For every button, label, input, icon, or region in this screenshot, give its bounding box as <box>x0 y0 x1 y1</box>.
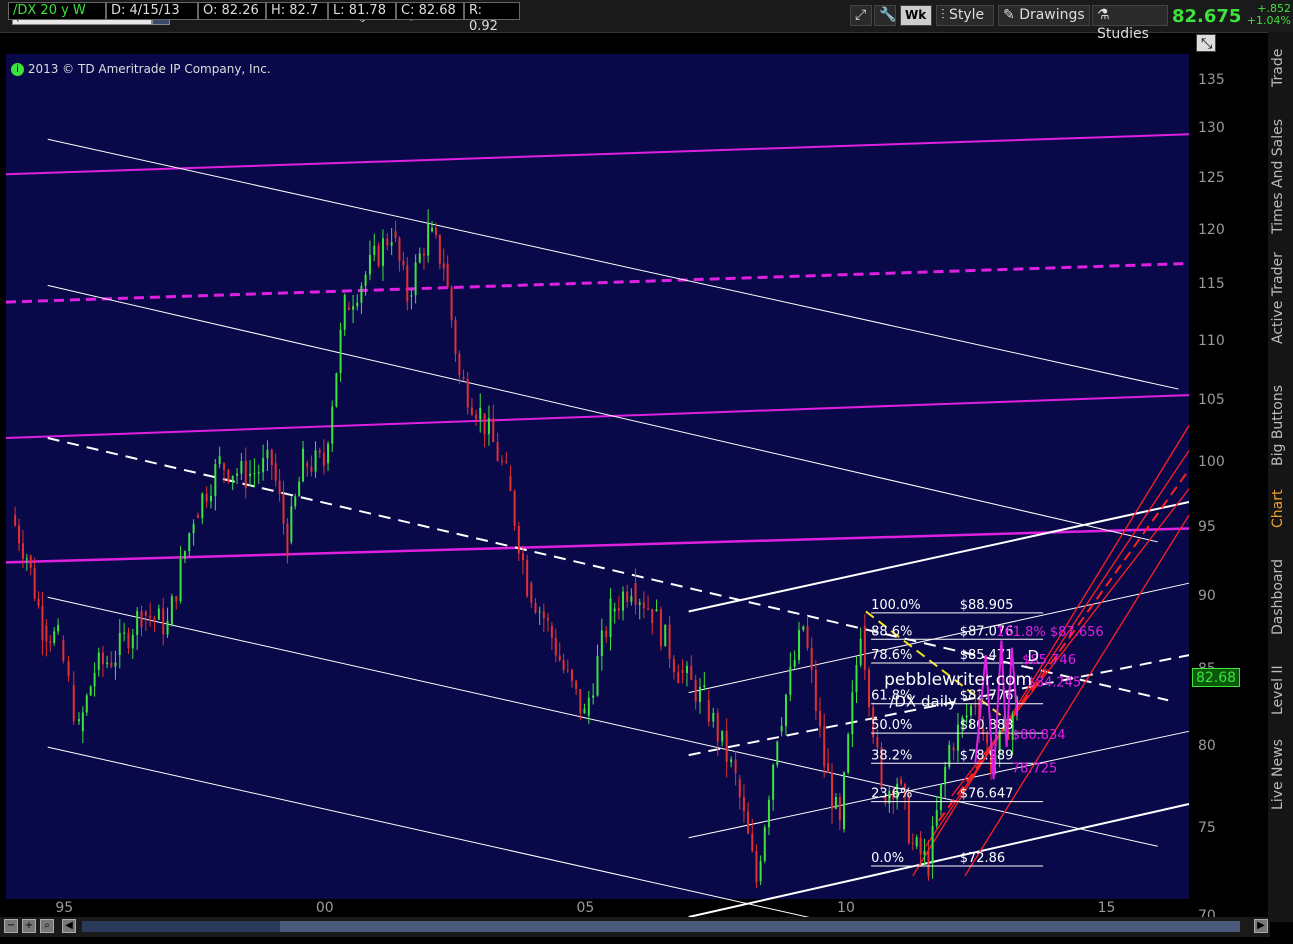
expand-icon: ⤡ <box>1201 36 1213 52</box>
tab-times-and-sales[interactable]: Times And Sales <box>1270 112 1291 240</box>
y-tick-label: 80 <box>1198 738 1216 755</box>
zoom-out-button[interactable]: − <box>4 919 18 933</box>
tab-level-ii[interactable]: Level II <box>1270 660 1291 720</box>
last-price-tag: 82.68 <box>1192 668 1240 687</box>
flask-icon: ⚗ <box>1097 7 1110 23</box>
arrow-left-icon: ◀ <box>65 920 73 931</box>
bar-close: C: 82.68 <box>396 2 464 20</box>
y-tick-label: 110 <box>1198 332 1225 349</box>
drawings-button[interactable]: ✎ Drawings <box>998 5 1090 26</box>
studies-label: Studies <box>1097 26 1149 42</box>
y-tick-label: 105 <box>1198 392 1225 409</box>
copyright-text: 2013 © TD Ameritrade IP Company, Inc. <box>27 62 271 76</box>
scroll-right-button[interactable]: ▶ <box>1254 919 1268 933</box>
style-button[interactable]: ⫶ Style <box>936 5 994 26</box>
y-tick-label: 95 <box>1198 519 1216 536</box>
zoom-fit-button[interactable]: ⌕ <box>40 919 54 933</box>
studies-button[interactable]: ⚗ Studies <box>1092 5 1168 42</box>
info-icon[interactable]: i <box>11 63 24 76</box>
tab-dashboard[interactable]: Dashboard <box>1270 548 1291 646</box>
zoom-in-button[interactable]: + <box>22 919 36 933</box>
x-tick-label: 05 <box>576 900 595 916</box>
period-button[interactable]: Wk <box>900 5 932 26</box>
minus-icon: − <box>6 920 16 931</box>
x-tick-label: 15 <box>1097 900 1116 916</box>
tab-big-buttons[interactable]: Big Buttons <box>1270 378 1291 472</box>
time-axis <box>6 899 1189 916</box>
y-tick-label: 120 <box>1198 222 1225 239</box>
x-tick-label: 10 <box>837 900 855 916</box>
drawings-label: Drawings <box>1019 7 1085 23</box>
price-change: +.852 +1.04% <box>1241 3 1291 27</box>
plus-icon: + <box>24 920 34 931</box>
percent-change: +1.04% <box>1246 14 1291 27</box>
y-tick-label: 100 <box>1198 454 1225 471</box>
x-tick-label: 95 <box>55 900 74 916</box>
tab-live-news[interactable]: Live News <box>1270 730 1291 820</box>
chart-id: /DX 20 y W <box>8 2 106 20</box>
pencil-icon: ✎ <box>1003 7 1015 23</box>
chart-plot-area[interactable] <box>6 54 1189 899</box>
crosshair-tool-button[interactable]: ⤢ <box>850 5 872 26</box>
crosshair-icon: ⤢ <box>855 7 867 23</box>
bar-high: H: 82.7 <box>266 2 328 20</box>
bar-open: O: 82.26 <box>198 2 266 20</box>
last-price: 82.675 <box>1172 6 1242 27</box>
wrench-icon: 🔧 <box>879 7 897 23</box>
bar-date: D: 4/15/13 <box>106 2 198 20</box>
y-tick-label: 115 <box>1198 276 1225 293</box>
arrow-right-icon: ▶ <box>1257 920 1265 931</box>
y-tick-label: 125 <box>1198 170 1225 187</box>
style-label: Style <box>948 7 985 23</box>
expand-chart-button[interactable]: ⤡ <box>1196 34 1216 52</box>
settings-tool-button[interactable]: 🔧 <box>874 5 896 26</box>
tab-active-trader[interactable]: Active Trader <box>1270 252 1291 344</box>
tab-chart[interactable]: Chart <box>1270 484 1291 534</box>
scroll-left-button[interactable]: ◀ <box>62 919 76 933</box>
bar-low: L: 81.78 <box>328 2 396 20</box>
y-tick-label: 90 <box>1198 588 1216 605</box>
magnifier-icon: ⌕ <box>44 920 50 931</box>
style-icon: ⫶ <box>941 7 945 23</box>
x-tick-label: 00 <box>315 900 334 916</box>
tab-trade[interactable]: Trade <box>1270 38 1291 98</box>
scroll-thumb[interactable] <box>280 921 1240 932</box>
y-tick-label: 135 <box>1198 72 1225 89</box>
bar-range: R: 0.92 <box>464 2 520 34</box>
y-tick-label: 75 <box>1198 820 1216 837</box>
copyright-notice: i 2013 © TD Ameritrade IP Company, Inc. <box>11 62 271 76</box>
y-tick-label: 130 <box>1198 120 1225 137</box>
